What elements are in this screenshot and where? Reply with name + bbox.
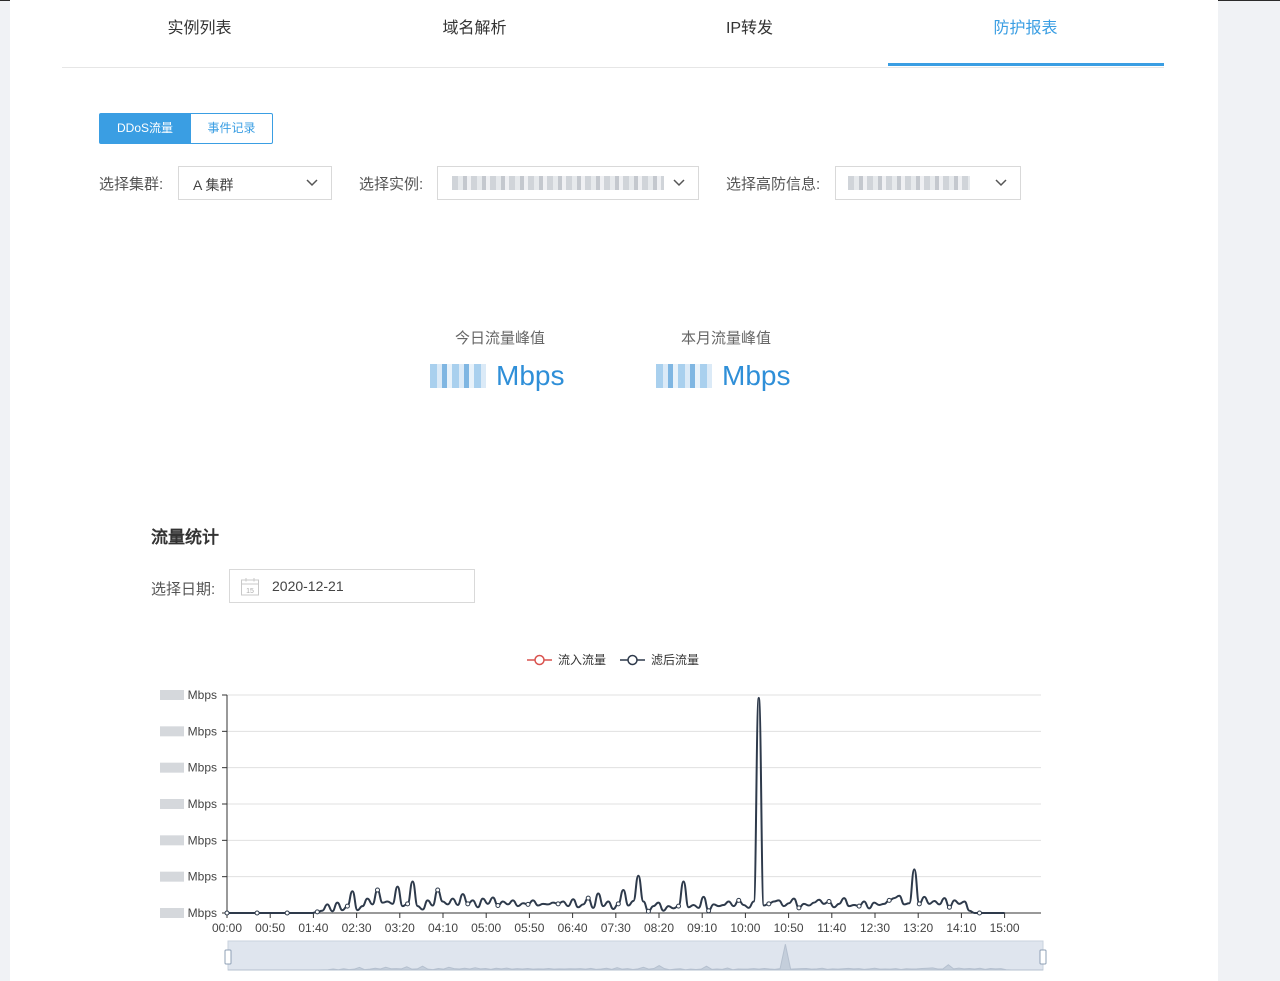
x-tick-label: 14:10: [946, 921, 976, 935]
x-tick-label: 07:30: [601, 921, 631, 935]
data-point: [344, 903, 350, 909]
y-tick-label: Mbps: [188, 797, 217, 811]
data-point: [856, 903, 862, 909]
data-point: [254, 910, 260, 916]
x-tick-label: 00:50: [255, 921, 285, 935]
x-tick-label: 10:00: [730, 921, 760, 935]
x-tick-label: 09:10: [687, 921, 717, 935]
x-tick-label: 08:20: [644, 921, 674, 935]
x-tick-label: 05:00: [471, 921, 501, 935]
zoom-slider-handle[interactable]: [1039, 949, 1047, 965]
data-point: [977, 910, 983, 916]
data-point: [555, 901, 561, 907]
data-point: [706, 908, 712, 914]
y-tick-redacted-number: [160, 908, 184, 918]
y-tick-redacted-number: [160, 726, 184, 737]
y-tick-redacted-number: [160, 835, 184, 846]
data-point: [826, 899, 832, 905]
y-tick-redacted-number: [160, 799, 184, 809]
x-tick-label: 02:30: [342, 921, 372, 935]
data-point: [886, 897, 892, 903]
traffic-line-chart: MbpsMbpsMbpsMbpsMbpsMbpsMbps00:00 00:50 01…: [160, 688, 1047, 971]
y-tick-label: Mbps: [188, 906, 217, 920]
zoom-slider-handle[interactable]: [224, 949, 232, 965]
data-point: [465, 901, 471, 907]
x-tick-label: 11:40: [817, 921, 846, 935]
y-tick-label: Mbps: [188, 724, 217, 738]
data-point: [525, 901, 531, 907]
x-tick-label: 01:40: [298, 921, 328, 935]
filtered-traffic-line: [227, 696, 1005, 914]
x-tick-label: 15:00: [990, 921, 1020, 935]
x-tick-label: 03:20: [385, 921, 415, 935]
data-point: [615, 901, 621, 907]
y-tick-label: Mbps: [188, 833, 217, 847]
y-tick-redacted-number: [160, 762, 184, 773]
data-point: [796, 905, 802, 911]
x-tick-label: 13:20: [903, 921, 933, 935]
data-point: [495, 903, 501, 909]
data-point: [585, 895, 591, 901]
data-point: [435, 887, 441, 893]
x-tick-label: 06:40: [558, 921, 588, 935]
y-tick-label: Mbps: [188, 761, 217, 775]
x-tick-label: 10:50: [774, 921, 804, 935]
data-point: [375, 887, 381, 893]
data-point: [314, 909, 320, 915]
x-tick-label: 12:30: [860, 921, 890, 935]
y-tick-redacted-number: [160, 690, 184, 700]
data-point: [916, 901, 922, 907]
x-tick-label: 00:00: [212, 921, 242, 935]
data-point: [645, 908, 651, 914]
data-point: [766, 901, 772, 907]
data-point: [676, 903, 682, 909]
y-tick-redacted-number: [160, 871, 184, 882]
zoom-slider-track: [227, 940, 1044, 971]
y-tick-label: Mbps: [188, 688, 217, 702]
x-tick-label: 05:50: [514, 921, 544, 935]
data-point: [736, 897, 742, 903]
data-point: [224, 910, 230, 916]
data-point: [946, 904, 952, 910]
y-tick-label: Mbps: [188, 870, 217, 884]
data-point: [284, 910, 290, 916]
x-tick-label: 04:10: [428, 921, 458, 935]
data-point: [405, 901, 411, 907]
